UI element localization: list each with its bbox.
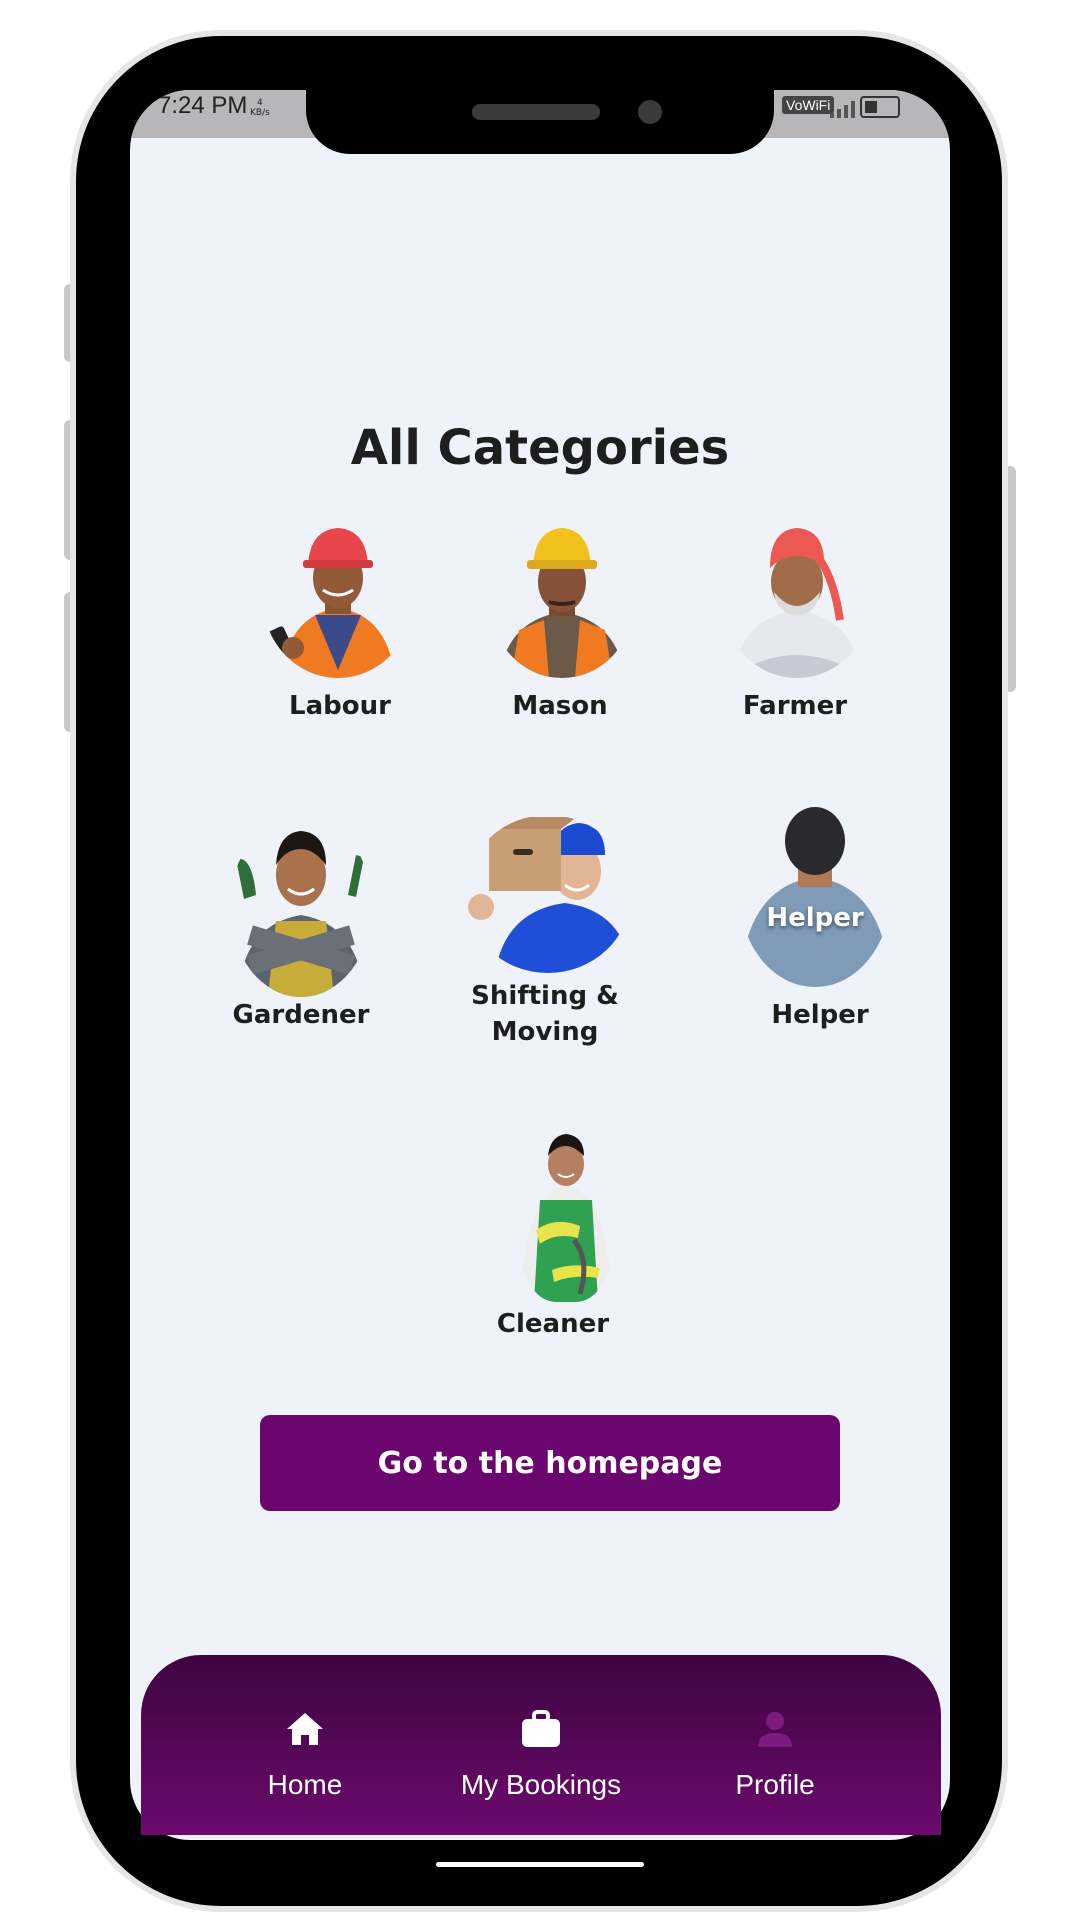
category-label: Farmer <box>742 691 848 721</box>
nav-profile-label: Profile <box>735 1769 815 1800</box>
vowifi-icon: VoWiFi <box>782 96 835 114</box>
category-label: Labour <box>289 691 391 721</box>
network-speed-value: 4 <box>257 98 263 108</box>
nav-home[interactable]: Home <box>190 1655 420 1835</box>
nav-profile[interactable]: Profile <box>660 1655 890 1835</box>
shifting-moving-image <box>465 815 631 973</box>
category-label: Mason <box>512 691 608 721</box>
category-label: Shifting & <box>471 981 619 1011</box>
category-cleaner[interactable]: Cleaner <box>468 1130 638 1340</box>
category-label: Gardener <box>232 1000 370 1030</box>
helper-image: Helper <box>740 805 890 987</box>
category-label: Helper <box>771 1000 869 1030</box>
category-helper[interactable]: Helper Helper <box>735 805 905 1035</box>
power-button <box>1004 466 1016 692</box>
category-farmer[interactable]: Farmer <box>710 520 880 725</box>
mute-switch <box>64 284 76 362</box>
signal-icon <box>830 100 855 118</box>
bottom-nav: Home My Bookings Profile <box>141 1655 941 1835</box>
briefcase-icon <box>522 1710 560 1747</box>
category-labour[interactable]: Labour <box>255 520 425 725</box>
notch <box>306 36 774 154</box>
gardener-image <box>230 815 372 997</box>
person-icon <box>758 1712 792 1747</box>
helper-overlay-text: Helper <box>766 903 864 933</box>
category-label: Cleaner <box>496 1309 610 1339</box>
category-gardener[interactable]: Gardener <box>216 815 386 1035</box>
battery-icon <box>860 96 900 118</box>
nav-home-label: Home <box>267 1769 343 1800</box>
nav-my-bookings-label: My Bookings <box>460 1769 622 1800</box>
status-time: 7:24 PM <box>158 92 248 119</box>
category-mason[interactable]: Mason <box>475 520 645 725</box>
network-speed-unit: KB/s <box>250 108 270 118</box>
front-camera <box>638 100 662 124</box>
labour-image <box>263 520 413 678</box>
mason-image <box>489 520 635 678</box>
go-to-homepage-button[interactable]: Go to the homepage <box>260 1415 840 1511</box>
cleaner-image <box>516 1130 616 1302</box>
home-indicator <box>436 1862 644 1867</box>
nav-my-bookings[interactable]: My Bookings <box>426 1655 656 1835</box>
network-speed: 4 KB/s <box>250 98 270 118</box>
page-title: All Categories <box>350 420 730 476</box>
home-icon <box>287 1713 323 1745</box>
volume-down-button <box>64 592 76 732</box>
speaker <box>472 104 600 120</box>
farmer-image <box>722 520 872 678</box>
category-shifting-moving[interactable]: Shifting & Moving <box>455 815 635 1055</box>
category-label-line2: Moving <box>491 1017 599 1047</box>
